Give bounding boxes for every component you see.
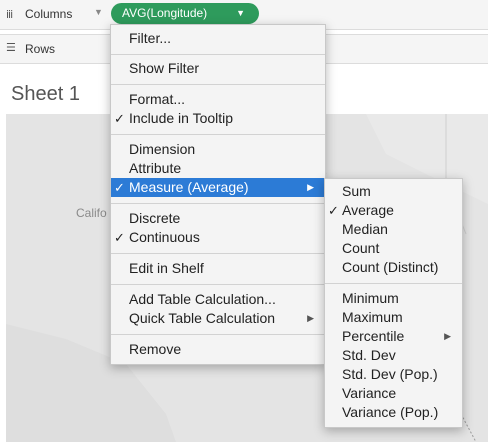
submenu-item-count[interactable]: Count xyxy=(325,239,462,258)
submenu-item-percentile[interactable]: Percentile ▶ xyxy=(325,327,462,346)
menu-item-edit-in-shelf[interactable]: Edit in Shelf xyxy=(111,259,325,278)
submenu-arrow-icon: ▶ xyxy=(307,313,314,323)
submenu-item-std-dev[interactable]: Std. Dev xyxy=(325,346,462,365)
menu-item-label: Quick Table Calculation xyxy=(129,310,276,326)
submenu-item-maximum[interactable]: Maximum xyxy=(325,308,462,327)
menu-separator xyxy=(111,284,325,285)
measure-submenu: Sum ✓ Average Median Count Count (Distin… xyxy=(324,178,463,428)
menu-item-label: Count xyxy=(342,240,380,256)
menu-item-label: Attribute xyxy=(129,160,182,176)
menu-item-label: Minimum xyxy=(342,290,399,306)
menu-item-measure-average[interactable]: ✓ Measure (Average) ▶ xyxy=(111,178,325,197)
map-state-label: Califo xyxy=(76,206,107,220)
menu-item-label: Std. Dev xyxy=(342,347,396,363)
menu-item-continuous[interactable]: ✓ Continuous xyxy=(111,228,325,247)
menu-item-label: Remove xyxy=(129,341,182,357)
menu-item-format[interactable]: Format... xyxy=(111,90,325,109)
menu-separator xyxy=(325,283,462,284)
check-icon: ✓ xyxy=(114,230,125,245)
menu-item-label: Measure (Average) xyxy=(129,179,249,195)
menu-item-add-table-calculation[interactable]: Add Table Calculation... xyxy=(111,290,325,309)
menu-item-label: Average xyxy=(342,202,394,218)
avg-longitude-pill[interactable]: AVG(Longitude) ▼ xyxy=(111,3,259,24)
menu-item-label: Percentile xyxy=(342,328,405,344)
rows-label: Rows xyxy=(25,42,56,56)
sheet-title: Sheet 1 xyxy=(11,83,80,105)
menu-separator xyxy=(111,54,325,55)
submenu-item-average[interactable]: ✓ Average xyxy=(325,201,462,220)
menu-item-label: Add Table Calculation... xyxy=(129,291,276,307)
menu-separator xyxy=(111,134,325,135)
check-icon: ✓ xyxy=(114,180,125,195)
pill-dropdown-icon[interactable]: ▼ xyxy=(236,3,245,24)
menu-item-dimension[interactable]: Dimension xyxy=(111,140,325,159)
menu-item-label: Dimension xyxy=(129,141,196,157)
menu-separator xyxy=(111,203,325,204)
submenu-item-variance-pop[interactable]: Variance (Pop.) xyxy=(325,403,462,422)
columns-icon: iii xyxy=(6,8,13,21)
menu-item-label: Variance (Pop.) xyxy=(342,404,439,420)
menu-item-label: Filter... xyxy=(129,30,172,46)
submenu-item-sum[interactable]: Sum xyxy=(325,182,462,201)
submenu-arrow-icon: ▶ xyxy=(307,182,314,192)
menu-item-discrete[interactable]: Discrete xyxy=(111,209,325,228)
menu-item-label: Format... xyxy=(129,91,186,107)
submenu-item-minimum[interactable]: Minimum xyxy=(325,289,462,308)
submenu-item-std-dev-pop[interactable]: Std. Dev (Pop.) xyxy=(325,365,462,384)
menu-item-label: Discrete xyxy=(129,210,181,226)
menu-item-label: Median xyxy=(342,221,388,237)
menu-separator xyxy=(111,334,325,335)
menu-item-label: Continuous xyxy=(129,229,200,245)
check-icon: ✓ xyxy=(328,203,339,218)
menu-item-include-in-tooltip[interactable]: ✓ Include in Tooltip xyxy=(111,109,325,128)
columns-label: Columns xyxy=(25,7,73,21)
menu-item-label: Show Filter xyxy=(129,60,200,76)
menu-separator xyxy=(111,253,325,254)
check-icon: ✓ xyxy=(114,111,125,126)
menu-item-filter[interactable]: Filter... xyxy=(111,29,325,48)
submenu-item-count-distinct[interactable]: Count (Distinct) xyxy=(325,258,462,277)
menu-item-label: Variance xyxy=(342,385,397,401)
menu-item-label: Std. Dev (Pop.) xyxy=(342,366,438,382)
menu-item-show-filter[interactable]: Show Filter xyxy=(111,59,325,78)
menu-item-label: Sum xyxy=(342,183,371,199)
pill-label: AVG(Longitude) xyxy=(122,6,208,20)
menu-item-label: Maximum xyxy=(342,309,403,325)
menu-item-label: Count (Distinct) xyxy=(342,259,439,275)
submenu-item-median[interactable]: Median xyxy=(325,220,462,239)
pill-context-menu: Filter... Show Filter Format... ✓ Includ… xyxy=(110,24,326,365)
menu-item-label: Edit in Shelf xyxy=(129,260,204,276)
menu-item-attribute[interactable]: Attribute xyxy=(111,159,325,178)
submenu-arrow-icon: ▶ xyxy=(444,331,451,341)
rows-icon: ☰ xyxy=(6,41,16,54)
columns-dropdown-icon[interactable]: ▼ xyxy=(94,7,103,17)
submenu-item-variance[interactable]: Variance xyxy=(325,384,462,403)
menu-item-label: Include in Tooltip xyxy=(129,110,234,126)
menu-item-quick-table-calculation[interactable]: Quick Table Calculation ▶ xyxy=(111,309,325,328)
menu-separator xyxy=(111,84,325,85)
menu-item-remove[interactable]: Remove xyxy=(111,340,325,359)
